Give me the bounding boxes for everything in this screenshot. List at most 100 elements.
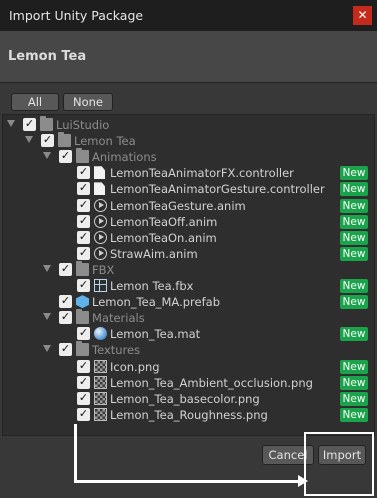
animation-icon: [94, 214, 107, 228]
annotation-line-vertical: [74, 424, 77, 482]
expand-arrow-icon[interactable]: [43, 152, 51, 160]
checkbox[interactable]: ✓: [59, 295, 72, 309]
tree-folder-row[interactable]: ✓ Animations: [3, 148, 374, 165]
tree-item-label: Textures: [92, 343, 141, 358]
tree-item-row[interactable]: ✓ LemonTeaGesture.anim New: [3, 198, 374, 214]
texture-icon: [94, 391, 107, 405]
checkbox[interactable]: ✓: [77, 246, 90, 260]
checkbox[interactable]: ✓: [77, 359, 90, 373]
new-badge: New: [340, 295, 368, 310]
new-badge: New: [340, 214, 368, 229]
texture-icon: [94, 375, 107, 389]
annotation-highlight-box: [304, 432, 374, 496]
new-badge: New: [340, 391, 368, 406]
new-badge: New: [340, 246, 368, 261]
tree-item-row[interactable]: ✓ Lemon Tea.fbx New: [3, 278, 374, 294]
tree-item-row[interactable]: ✓ StrawAim.anim New: [3, 246, 374, 262]
expand-arrow-icon[interactable]: [43, 264, 51, 272]
checkbox[interactable]: ✓: [77, 182, 90, 196]
animation-icon: [94, 198, 107, 212]
new-badge: New: [340, 279, 368, 293]
tree-item-row[interactable]: ✓ Lemon_Tea_basecolor.png New: [3, 391, 374, 407]
tree-item-row[interactable]: ✓ Lemon_Tea_Roughness.png New: [3, 407, 374, 423]
expand-arrow-icon[interactable]: [43, 345, 51, 353]
tree-item-row[interactable]: ✓ Lemon_Tea.mat New: [3, 326, 374, 342]
tree-item-row[interactable]: ✓ Icon.png New: [3, 359, 374, 375]
checkbox[interactable]: ✓: [77, 198, 90, 212]
expand-arrow-icon[interactable]: [43, 313, 51, 321]
tree-item-label: LuiStudio: [56, 118, 110, 132]
tree-folder-row[interactable]: ✓ Textures: [3, 341, 374, 358]
folder-icon: [40, 116, 53, 131]
tree-item-label: Lemon Tea: [74, 134, 136, 149]
tree-item-row[interactable]: ✓ Lemon_Tea_Ambient_occlusion.png New: [3, 375, 374, 391]
close-icon[interactable]: ✕: [353, 6, 372, 25]
tree-item-label: Lemon_Tea_Roughness.png: [110, 407, 268, 422]
package-name: Lemon Tea: [8, 49, 87, 64]
checkbox[interactable]: ✓: [77, 230, 90, 244]
expand-arrow-icon[interactable]: [7, 120, 15, 127]
tree-item-row[interactable]: ✓ LemonTeaAnimatorGesture.controller New: [3, 181, 374, 197]
file-icon: [94, 182, 105, 196]
checkbox[interactable]: ✓: [59, 150, 72, 164]
tree-item-label: Lemon_Tea_MA.prefab: [92, 295, 220, 310]
tree-item-label: Lemon_Tea_basecolor.png: [110, 391, 260, 406]
animation-icon: [94, 230, 107, 244]
file-icon: [94, 166, 105, 180]
new-badge: New: [340, 182, 368, 197]
tree-item-label: Materials: [92, 311, 145, 326]
tree-folder-row[interactable]: ✓ Materials: [3, 309, 374, 326]
tree-item-label: Animations: [92, 150, 157, 165]
tree-item-label: Lemon_Tea.mat: [110, 327, 201, 342]
checkbox[interactable]: ✓: [77, 279, 90, 292]
expand-arrow-icon[interactable]: [25, 136, 33, 144]
new-badge: New: [340, 166, 368, 181]
select-none-button[interactable]: None: [63, 93, 113, 111]
tree-folder-row[interactable]: ✓ Lemon Tea: [3, 132, 374, 149]
checkbox[interactable]: ✓: [59, 343, 72, 357]
tree-item-label: LemonTeaAnimatorGesture.controller: [110, 182, 325, 197]
tree-item-label: Lemon_Tea_Ambient_occlusion.png: [110, 375, 313, 390]
prefab-icon: [76, 295, 89, 309]
new-badge: New: [340, 198, 368, 213]
tree-item-label: LemonTeaGesture.anim: [110, 198, 246, 213]
folder-icon: [76, 309, 89, 325]
asset-tree: ✓ LuiStudio ✓ Lemon Tea ✓ Animations ✓ LemonTea…: [2, 114, 375, 436]
new-badge: New: [340, 230, 368, 245]
tree-item-row[interactable]: ✓ Lemon_Tea_MA.prefab New: [3, 294, 374, 310]
tree-item-row[interactable]: ✓ LemonTeaOff.anim New: [3, 214, 374, 230]
checkbox[interactable]: ✓: [77, 391, 90, 405]
tree-folder-row[interactable]: ✓ LuiStudio: [3, 116, 374, 133]
checkbox[interactable]: ✓: [59, 262, 72, 276]
new-badge: New: [340, 327, 368, 342]
title-bar: Import Unity Package ✕: [0, 0, 377, 31]
checkbox[interactable]: ✓: [41, 134, 54, 148]
new-badge: New: [340, 407, 368, 422]
new-badge: New: [340, 359, 368, 374]
checkbox[interactable]: ✓: [77, 214, 90, 228]
checkbox[interactable]: ✓: [77, 327, 90, 341]
animation-icon: [94, 246, 107, 260]
select-all-button[interactable]: All: [11, 93, 59, 111]
checkbox[interactable]: ✓: [77, 166, 90, 180]
tree-folder-row[interactable]: ✓ FBX: [3, 260, 374, 278]
checkbox[interactable]: ✓: [77, 407, 90, 421]
checkbox[interactable]: ✓: [23, 118, 36, 131]
package-header: Lemon Tea: [0, 31, 377, 83]
texture-icon: [94, 407, 107, 421]
checkbox[interactable]: ✓: [59, 311, 72, 325]
tree-item-label: LemonTeaOn.anim: [110, 230, 217, 245]
new-badge: New: [340, 375, 368, 390]
tree-item-label: LemonTeaAnimatorFX.controller: [110, 166, 294, 181]
checkbox[interactable]: ✓: [77, 375, 90, 389]
window-title: Import Unity Package: [9, 8, 144, 23]
folder-icon: [58, 132, 71, 148]
material-icon: [94, 327, 107, 341]
tree-item-label: StrawAim.anim: [110, 246, 198, 261]
annotation-line-horizontal: [74, 480, 300, 483]
tree-item-label: FBX: [92, 262, 115, 277]
tree-item-row[interactable]: ✓ LemonTeaAnimatorFX.controller New: [3, 165, 374, 181]
tree-item-label: Icon.png: [110, 359, 160, 374]
tree-item-row[interactable]: ✓ LemonTeaOn.anim New: [3, 230, 374, 246]
model-icon: [94, 279, 107, 292]
